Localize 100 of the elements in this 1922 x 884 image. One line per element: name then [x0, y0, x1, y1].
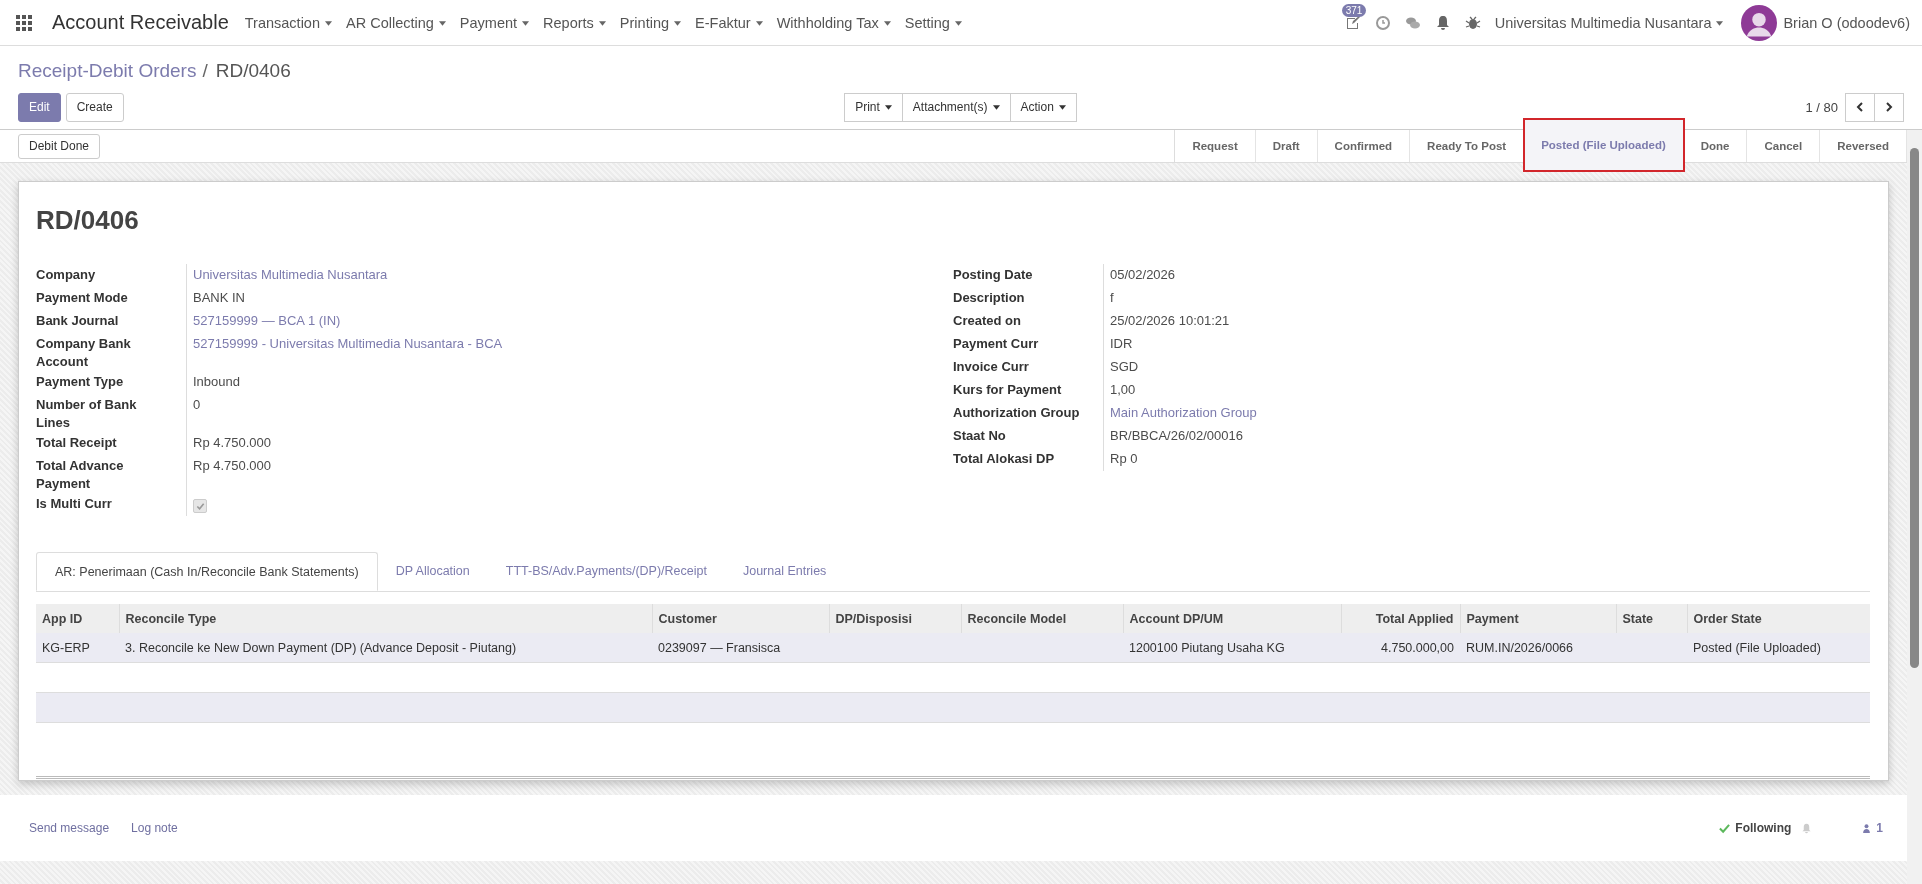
- caret-icon: [954, 21, 962, 27]
- company-switcher[interactable]: Universitas Multimedia Nusantara: [1494, 14, 1724, 31]
- field-link[interactable]: Main Authorization Group: [1110, 405, 1257, 420]
- caret-icon: [522, 21, 530, 27]
- table-cell: RUM.IN/2026/0066: [1460, 633, 1616, 663]
- column-header[interactable]: Order State: [1687, 604, 1870, 633]
- field-label: Created on: [953, 312, 1022, 330]
- column-header[interactable]: App ID: [36, 604, 119, 633]
- send-message-link[interactable]: Send message: [29, 821, 110, 835]
- field-value: 1,00: [1110, 382, 1136, 397]
- follower-count[interactable]: 1: [1876, 821, 1883, 835]
- following-button[interactable]: Following: [1735, 821, 1792, 835]
- column-header[interactable]: Customer: [652, 604, 829, 633]
- log-note-link[interactable]: Log note: [131, 821, 178, 835]
- notebook-tab[interactable]: TTT-BS/Adv.Payments/(DP)/Receipt: [487, 552, 725, 591]
- field-value: Rp 4.750.000: [193, 458, 272, 473]
- notebook-tab[interactable]: AR: Penerimaan (Cash In/Reconcile Bank Statements): [36, 552, 378, 591]
- field-label: Description: [953, 289, 1026, 307]
- field-value: Inbound: [193, 374, 240, 389]
- notification-count: 371: [1341, 3, 1367, 17]
- caret-icon: [1716, 21, 1724, 27]
- person-icon: [1862, 822, 1872, 834]
- field-value: SGD: [1110, 359, 1139, 374]
- menu-item[interactable]: Printing: [619, 14, 682, 31]
- edit-button[interactable]: Edit: [18, 92, 61, 122]
- caret-icon: [755, 21, 763, 27]
- clock-icon[interactable]: [1374, 14, 1391, 31]
- field-value: BANK IN: [193, 290, 245, 305]
- dropdown-button[interactable]: Action: [1009, 92, 1077, 122]
- caret-icon: [884, 105, 892, 111]
- dropdown-button[interactable]: Attachment(s): [901, 92, 1011, 122]
- debit-done-button[interactable]: Debit Done: [18, 133, 101, 159]
- checkbox[interactable]: [193, 499, 207, 513]
- apps-menu-icon[interactable]: [16, 14, 32, 31]
- dropdown-button[interactable]: Print: [844, 92, 903, 122]
- menu-item[interactable]: Transaction: [244, 14, 332, 31]
- breadcrumb-current: RD/0406: [215, 60, 291, 82]
- edit-note-icon[interactable]: [1344, 14, 1361, 31]
- column-header[interactable]: DP/Disposisi: [829, 604, 961, 633]
- column-header[interactable]: Reconcile Model: [961, 604, 1123, 633]
- field-label: Kurs for Payment: [953, 381, 1063, 399]
- field-label: Payment Mode: [36, 289, 129, 307]
- column-header[interactable]: Payment: [1460, 604, 1616, 633]
- breadcrumb-link[interactable]: Receipt-Debit Orders: [18, 60, 197, 82]
- field-value: 0: [193, 397, 201, 412]
- field-link[interactable]: Universitas Multimedia Nusantara: [193, 267, 388, 282]
- create-button[interactable]: Create: [65, 92, 124, 122]
- menu-item[interactable]: Withholding Tax: [776, 14, 891, 31]
- column-header[interactable]: State: [1616, 604, 1687, 633]
- table-cell: 4.750.000,00: [1341, 633, 1460, 663]
- caret-icon: [674, 21, 682, 27]
- notebook-tab[interactable]: Journal Entries: [724, 552, 845, 591]
- table-cell: KG-ERP: [36, 633, 119, 663]
- field-label: Posting Date: [953, 266, 1034, 284]
- field-label: Invoice Curr: [953, 358, 1030, 376]
- caret-icon: [325, 21, 332, 27]
- field-label: Payment Type: [36, 373, 125, 391]
- pager-value: 1 / 80: [1805, 99, 1838, 115]
- field-value: Rp 0: [1110, 451, 1138, 466]
- next-button[interactable]: [1874, 92, 1904, 122]
- check-icon: [195, 501, 205, 511]
- menu-item[interactable]: E-Faktur: [695, 14, 763, 31]
- table-cell: 0239097 — Fransisca: [652, 633, 829, 663]
- scrollbar[interactable]: [1907, 130, 1922, 884]
- field-link[interactable]: 527159999 - Universitas Multimedia Nusantara - BCA: [193, 336, 503, 351]
- notebook-tab[interactable]: DP Allocation: [377, 552, 488, 591]
- field-label: Company Bank Account: [36, 335, 132, 371]
- chevron-left-icon: [1855, 102, 1865, 112]
- field-label: Total Receipt: [36, 434, 118, 452]
- table-cell: 1200100 Piutang Usaha KG: [1123, 633, 1341, 663]
- menu-item[interactable]: Reports: [543, 14, 606, 31]
- caret-icon: [598, 21, 606, 27]
- field-label: Staat No: [953, 427, 1007, 445]
- field-link[interactable]: 527159999 — BCA 1 (IN): [193, 313, 341, 328]
- menu-item[interactable]: Payment: [459, 14, 530, 31]
- field-label: Total Alokasi DP: [953, 450, 1056, 468]
- app-title: Account Receivable: [52, 11, 229, 34]
- chevron-right-icon: [1884, 102, 1894, 112]
- field-value: 25/02/2026 10:01:21: [1110, 313, 1230, 328]
- field-value: IDR: [1110, 336, 1133, 351]
- menu-item[interactable]: Setting: [904, 14, 962, 31]
- field-value: Rp 4.750.000: [193, 435, 272, 450]
- status-stage[interactable]: Posted (File Uploaded): [1524, 119, 1684, 171]
- field-label: Company: [36, 266, 97, 284]
- field-value: f: [1110, 290, 1114, 305]
- column-header[interactable]: Total Applied: [1341, 604, 1460, 633]
- caret-icon: [438, 21, 446, 27]
- previous-button[interactable]: [1845, 92, 1875, 122]
- record-title: RD/0406: [36, 204, 140, 237]
- check-icon: [1719, 822, 1731, 834]
- menu-item[interactable]: AR Collecting: [346, 14, 446, 31]
- column-header[interactable]: Reconcile Type: [119, 604, 652, 633]
- field-value: BR/BBCA/26/02/00016: [1110, 428, 1243, 443]
- field-value: 05/02/2026: [1110, 267, 1176, 282]
- field-label: Is Multi Curr: [36, 495, 113, 513]
- caret-icon: [1058, 105, 1066, 111]
- avatar-icon[interactable]: [1741, 4, 1778, 41]
- bug-icon[interactable]: [1464, 14, 1481, 31]
- column-header[interactable]: Account DP/UM: [1123, 604, 1341, 633]
- user-menu[interactable]: Brian O (odoodev6): [1783, 14, 1910, 31]
